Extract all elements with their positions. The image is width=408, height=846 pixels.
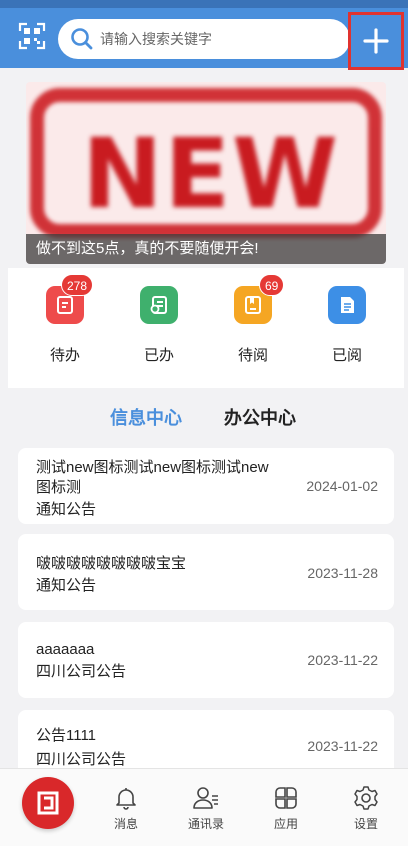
home-logo-icon [37,791,59,815]
contacts-icon [193,787,218,809]
notice-date: 2023-11-22 [307,652,378,668]
quick-action-to-read[interactable]: 69 待阅 [213,274,293,378]
todo-badge: 278 [61,274,94,296]
qr-scan-icon[interactable] [18,22,46,50]
to-read-badge: 69 [259,274,285,296]
home-button[interactable] [22,777,74,829]
notice-date: 2024-01-02 [306,478,378,494]
quick-action-label: 待阅 [237,347,268,364]
nav-apps[interactable]: 应用 [256,785,316,835]
center-tabs: 信息中心 办公中心 [0,404,408,440]
bell-icon [116,788,136,810]
nav-contacts[interactable]: 通讯录 [176,785,236,835]
top-bar: 请输入搜索关键字 [0,0,408,70]
tab-office-center[interactable]: 办公中心 [224,404,296,430]
apps-icon [275,787,297,809]
search-icon [71,28,93,50]
list-item[interactable]: aaaaaaa 四川公司公告 2023-11-22 [18,622,394,698]
done-icon [140,286,178,324]
quick-action-label: 已阅 [331,347,362,364]
news-banner[interactable]: NEW 做不到这5点，真的不要随便开会! [26,82,386,264]
notice-date: 2023-11-28 [307,565,378,581]
quick-action-label: 待办 [49,347,80,364]
search-placeholder: 请输入搜索关键字 [100,31,212,47]
notice-title: 啵啵啵啵啵啵啵啵宝宝 [36,555,187,572]
nav-label: 设置 [353,817,378,831]
notice-title: 公告1111 [36,727,97,744]
notice-date: 2023-11-22 [307,738,378,754]
notice-category: 四川公司公告 [36,751,127,768]
quick-action-done[interactable]: 已办 [119,278,199,378]
tab-info-center[interactable]: 信息中心 [110,404,182,430]
notice-category: 通知公告 [36,501,97,518]
banner-image-text: NEW [82,118,340,230]
search-bar[interactable]: 请输入搜索关键字 [58,19,350,59]
bottom-nav: 消息 通讯录 应用 设置 [0,768,408,846]
quick-action-label: 已办 [143,347,174,364]
notice-title: 测试new图标测试new图标测试new图标测 [36,459,269,496]
nav-label: 应用 [273,817,298,831]
notice-category: 通知公告 [36,577,97,594]
list-item[interactable]: 啵啵啵啵啵啵啵啵宝宝 通知公告 2023-11-28 [18,534,394,610]
settings-icon [354,786,378,810]
status-strip [0,0,408,8]
nav-settings[interactable]: 设置 [336,785,396,835]
quick-actions: 278 待办 已办 69 待阅 已阅 [8,268,404,388]
quick-action-read[interactable]: 已阅 [307,278,387,378]
nav-label: 消息 [113,817,138,831]
quick-action-todo[interactable]: 278 待办 [25,274,105,378]
notice-title: aaaaaaa [36,641,95,658]
nav-label: 通讯录 [187,817,224,831]
notice-category: 四川公司公告 [36,663,127,680]
nav-messages[interactable]: 消息 [96,785,156,835]
add-button[interactable] [348,12,404,70]
list-item[interactable]: 测试new图标测试new图标测试new图标测 通知公告 2024-01-02 [18,448,394,524]
banner-caption: 做不到这5点，真的不要随便开会! [26,234,386,264]
plus-icon [363,28,389,54]
read-icon [328,286,366,324]
